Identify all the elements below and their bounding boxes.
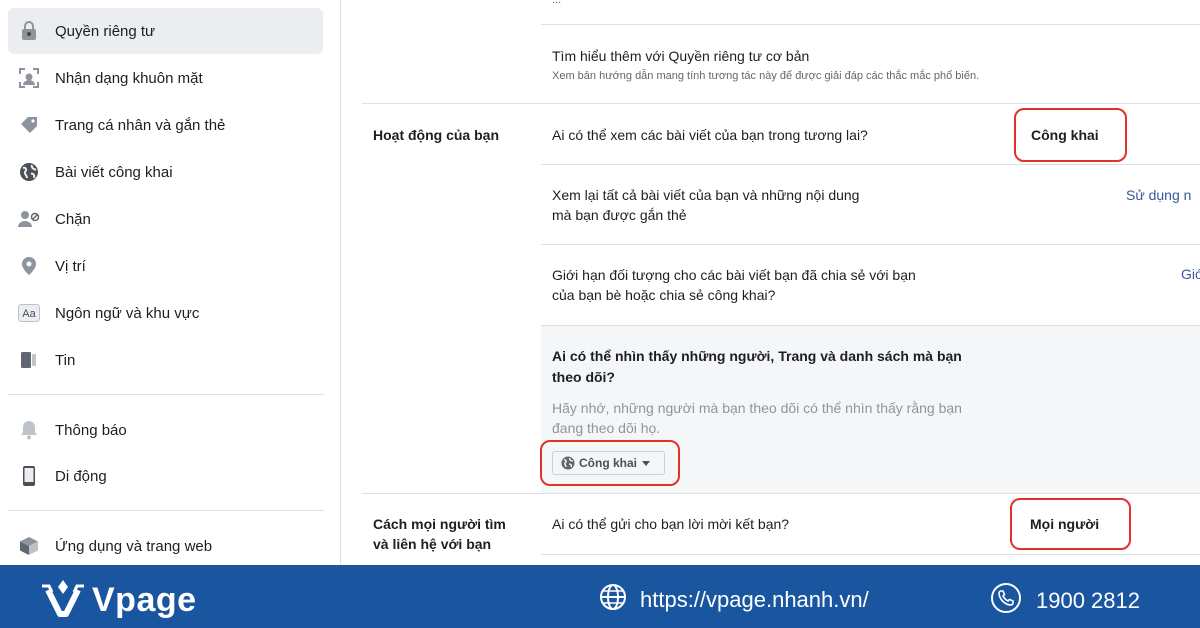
hotline[interactable]: 1900 2812 [990,582,1140,619]
following-visibility-title-line1: Ai có thể nhìn thấy những người, Trang v… [552,348,962,364]
friend-request-question: Ai có thể gửi cho bạn lời mời kết bạn? [552,516,790,532]
website-link[interactable]: https://vpage.nhanh.vn/ [598,582,869,617]
stories-icon [16,347,42,373]
highlight-circle [540,440,680,486]
sidebar-item-privacy[interactable]: Quyền riêng tư [8,8,323,54]
sidebar-item-label: Ngôn ngữ và khu vực [55,304,200,322]
learn-more-subtitle: Xem bản hướng dẫn mang tính tương tác nà… [552,70,980,82]
language-icon: Aa [16,300,42,326]
website-url: https://vpage.nhanh.vn/ [640,586,869,612]
settings-main: ... Tìm hiểu thêm với Quyền riêng tư cơ … [341,0,1200,565]
section-heading-contact-line1: Cách mọi người tìm [373,516,506,532]
sidebar-item-language-region[interactable]: Aa Ngôn ngữ và khu vực [8,290,323,336]
sidebar-item-label: Ứng dụng và trang web [55,537,213,555]
row-divider [541,164,1200,165]
sidebar-item-mobile[interactable]: Di động [8,453,323,499]
truncated-text: ... [552,0,562,6]
row-divider [541,244,1200,245]
lock-icon [16,18,42,44]
future-posts-question: Ai có thể xem các bài viết của bạn trong… [552,127,868,143]
sidebar-item-profile-tagging[interactable]: Trang cá nhân và gắn thẻ [8,102,323,148]
phone-icon [990,582,1022,619]
activity-log-link[interactable]: Sử dụng n [1126,187,1191,203]
limit-past-posts-line1: Giới hạn đối tượng cho các bài viết bạn … [552,267,916,283]
settings-sidebar: Quyền riêng tư Nhận dạng khuôn mặt Trang… [0,0,341,565]
following-visibility-note-line1: Hãy nhớ, những người mà bạn theo dõi có … [552,400,962,416]
sidebar-divider [8,510,324,511]
bell-icon [16,417,42,443]
review-posts-question-line1: Xem lại tất cả bài viết của bạn và những… [552,187,860,203]
following-visibility-note-line2: đang theo dõi họ. [552,420,661,436]
sidebar-item-label: Thông báo [55,421,127,439]
block-user-icon [16,206,42,232]
mobile-icon [16,463,42,489]
learn-more-title[interactable]: Tìm hiểu thêm với Quyền riêng tư cơ bản [552,46,809,66]
limit-past-posts-link[interactable]: Giớ [1181,266,1200,282]
limit-past-posts-line2: của bạn bè hoặc chia sẻ công khai? [552,287,776,303]
section-heading-activity: Hoạt động của bạn [373,127,499,143]
brand-footer: Vpage https://vpage.nhanh.vn/ 1900 2812 [0,565,1200,628]
sidebar-item-stories[interactable]: Tin [8,337,323,383]
row-divider [541,554,1200,555]
brand-logo: Vpage [40,578,197,623]
globe-icon [16,159,42,185]
svg-text:Aa: Aa [22,308,36,320]
sidebar-item-apps-websites[interactable]: Ứng dụng và trang web [8,523,323,569]
sidebar-item-label: Tin [55,351,76,369]
location-pin-icon [16,253,42,279]
sidebar-item-label: Nhận dạng khuôn mặt [55,69,203,87]
brand-name: Vpage [92,581,197,619]
section-heading-contact-line2: và liên hệ với bạn [373,536,492,552]
section-divider [362,103,1200,104]
sidebar-item-block[interactable]: Chặn [8,196,323,242]
row-divider [541,24,1200,25]
sidebar-item-notifications[interactable]: Thông báo [8,407,323,453]
hotline-number: 1900 2812 [1036,587,1140,613]
sidebar-item-label: Vị trí [55,257,86,275]
section-divider [362,493,1200,494]
sidebar-item-label: Trang cá nhân và gắn thẻ [55,116,226,134]
review-posts-question-line2: mà bạn được gắn thẻ [552,207,687,223]
sidebar-item-label: Bài viết công khai [55,163,173,181]
sidebar-item-public-posts[interactable]: Bài viết công khai [8,149,323,195]
web-globe-icon [598,582,628,617]
highlight-circle [1010,498,1131,550]
sidebar-item-location[interactable]: Vị trí [8,243,323,289]
sidebar-item-label: Chặn [55,210,91,228]
following-visibility-title-line2: theo dõi? [552,369,615,385]
sidebar-item-label: Quyền riêng tư [55,22,156,40]
sidebar-divider [8,394,324,395]
sidebar-item-label: Di động [55,467,107,485]
tag-icon [16,112,42,138]
vpage-logo-icon [40,578,88,623]
face-recognition-icon [16,65,42,91]
highlight-circle [1014,108,1127,162]
sidebar-item-face-recognition[interactable]: Nhận dạng khuôn mặt [8,55,323,101]
apps-icon [16,533,42,559]
